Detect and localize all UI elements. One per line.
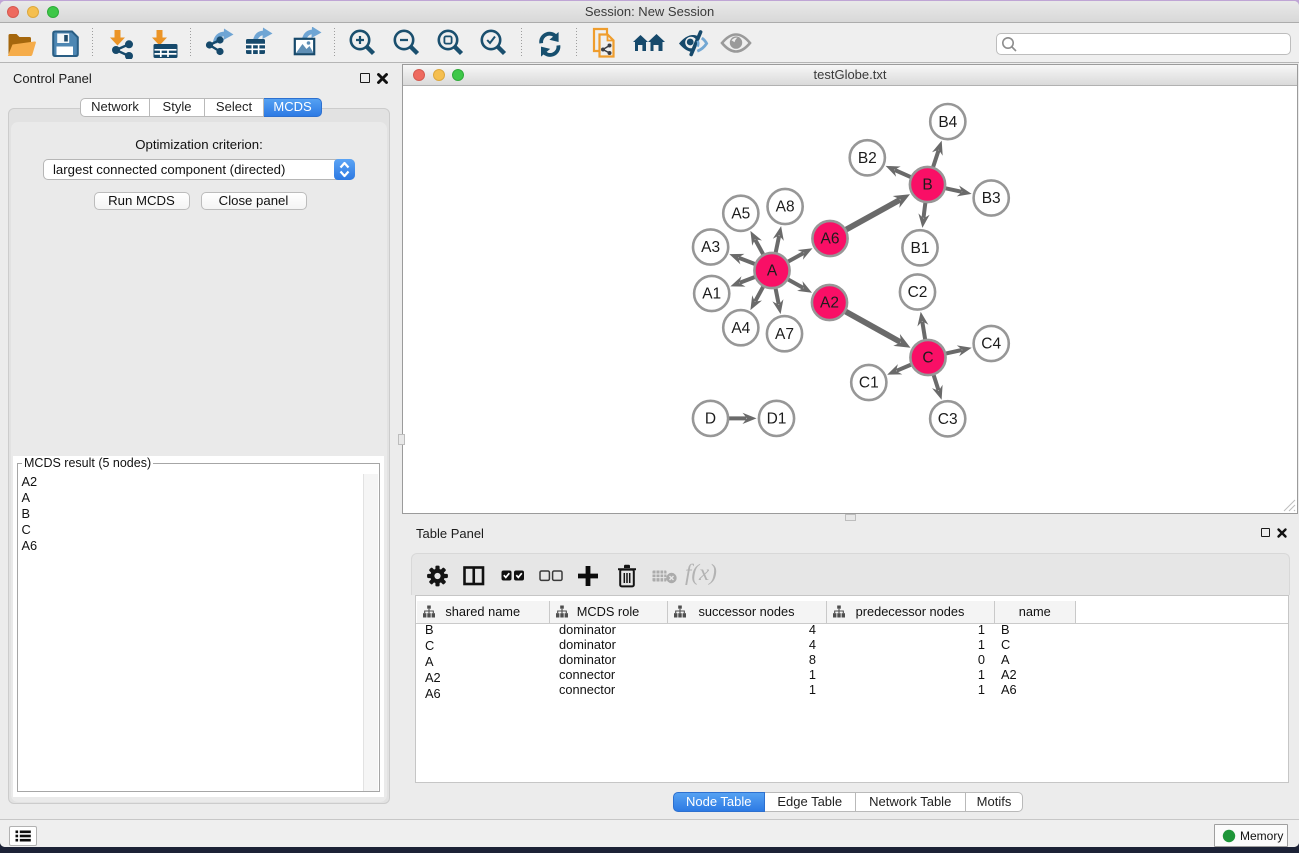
svg-text:A2: A2 (820, 295, 839, 312)
svg-text:A6: A6 (821, 231, 840, 248)
svg-text:D1: D1 (767, 411, 787, 428)
svg-text:B1: B1 (911, 240, 930, 257)
svg-text:C3: C3 (938, 411, 958, 428)
svg-text:D: D (705, 411, 716, 428)
svg-text:C: C (922, 350, 933, 367)
svg-text:A1: A1 (702, 286, 721, 303)
svg-text:C4: C4 (981, 336, 1001, 353)
svg-text:B2: B2 (858, 150, 877, 167)
svg-text:C1: C1 (859, 375, 879, 392)
svg-text:A3: A3 (701, 239, 720, 256)
svg-text:A7: A7 (775, 326, 794, 343)
svg-text:C2: C2 (908, 284, 928, 301)
svg-text:B4: B4 (938, 114, 957, 131)
svg-text:A8: A8 (776, 199, 795, 216)
svg-text:A5: A5 (731, 206, 750, 223)
svg-text:A: A (767, 263, 778, 280)
svg-text:B: B (922, 177, 932, 194)
svg-text:B3: B3 (982, 190, 1001, 207)
svg-text:A4: A4 (731, 320, 750, 337)
